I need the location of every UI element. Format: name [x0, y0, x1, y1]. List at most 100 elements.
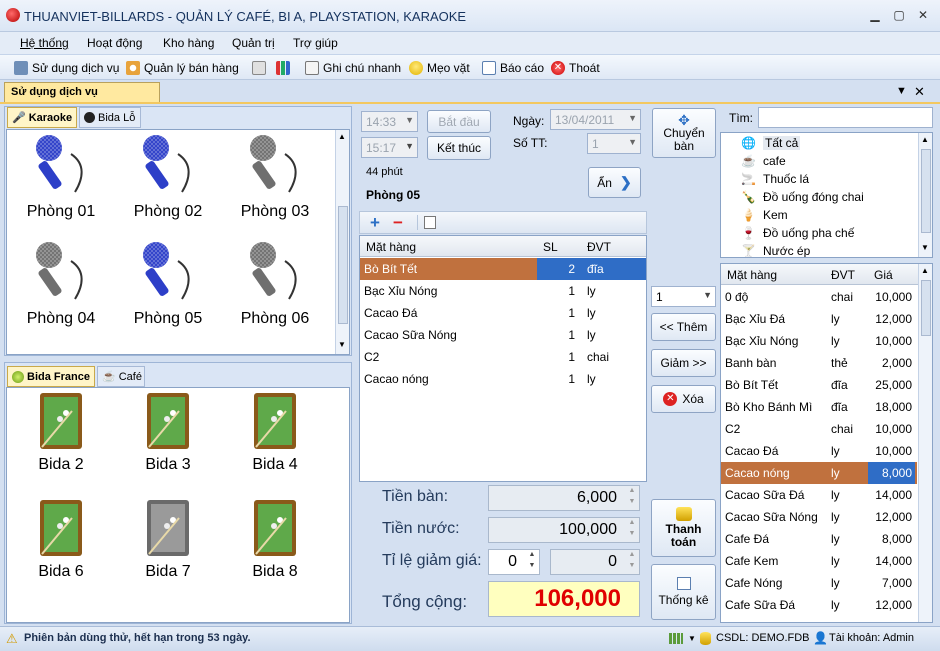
- ghi-chu-nhanh-button[interactable]: Ghi chú nhanh: [305, 59, 401, 77]
- menu-list-row[interactable]: Bò Kho Bánh Mì đĩa 18,000: [721, 396, 917, 418]
- search-input[interactable]: [758, 107, 933, 128]
- pool-table-tile[interactable]: Bida 2: [11, 391, 111, 474]
- scroll-thumb[interactable]: [921, 149, 931, 233]
- order-row[interactable]: Bò Bít Tết 2 đĩa: [360, 258, 646, 280]
- order-row[interactable]: Cacao Đá 1 ly: [360, 302, 646, 324]
- minimize-icon[interactable]: ▁: [866, 7, 884, 23]
- tab-karaoke[interactable]: 🎤 Karaoke: [7, 107, 77, 128]
- bao-cao-button[interactable]: Báo cáo: [482, 59, 544, 77]
- start-time-input[interactable]: 14:33 ▼: [361, 111, 418, 132]
- category-scrollbar[interactable]: ▲ ▼: [918, 133, 932, 257]
- thanh-toan-button[interactable]: Thanh toán: [651, 499, 716, 557]
- menu-list-row[interactable]: Cafe Nóng ly 7,000: [721, 572, 917, 594]
- room-tile[interactable]: Phòng 02: [118, 134, 218, 221]
- add-icon[interactable]: +: [370, 213, 380, 233]
- menu-list-row[interactable]: 0 độ chai 10,000: [721, 286, 917, 308]
- pool-table-tile[interactable]: Bida 7: [118, 498, 218, 581]
- spin-down-icon[interactable]: ▼: [626, 562, 638, 569]
- scroll-thumb[interactable]: [921, 280, 931, 336]
- qty-select[interactable]: 1 ▼: [651, 286, 716, 307]
- close-tab-icon[interactable]: ✕: [914, 84, 925, 100]
- doc-tab-su-dung[interactable]: Sử dụng dịch vụ: [4, 82, 160, 102]
- discount-percent-field[interactable]: 0 ▲ ▼: [488, 549, 540, 575]
- meo-vat-button[interactable]: Mẹo vặt: [409, 59, 470, 77]
- menu-list-row[interactable]: Banh bàn thẻ 2,000: [721, 352, 917, 374]
- su-dung-dich-vu-button[interactable]: Sử dụng dịch vụ: [14, 59, 119, 77]
- chuyen-ban-button[interactable]: ✥ Chuyển bàn: [652, 108, 716, 158]
- spin-down-icon[interactable]: ▼: [626, 498, 638, 505]
- dropdown-icon[interactable]: ▼: [688, 634, 696, 643]
- scroll-up-icon[interactable]: ▲: [921, 266, 929, 275]
- spin-up-icon[interactable]: ▲: [526, 551, 538, 558]
- room-tile[interactable]: Phòng 04: [11, 241, 111, 328]
- menu-he-thong[interactable]: Hệ thống: [20, 36, 69, 50]
- room-tile[interactable]: Phòng 05: [118, 241, 218, 328]
- menu-hoat-dong[interactable]: Hoạt động: [87, 36, 142, 50]
- pool-table-tile[interactable]: Bida 8: [225, 498, 325, 581]
- menu-list-row[interactable]: Cafe Kem ly 14,000: [721, 550, 917, 572]
- tien-ban-field[interactable]: 6,000 ▲ ▼: [488, 485, 640, 511]
- menu-list-row[interactable]: Cacao Sữa Nóng ly 12,000: [721, 506, 917, 528]
- scroll-down-icon[interactable]: ▼: [338, 340, 346, 349]
- room-tile[interactable]: Phòng 01: [11, 134, 111, 221]
- menu-list-row[interactable]: Bạc Xỉu Đá ly 12,000: [721, 308, 917, 330]
- scroll-up-icon[interactable]: ▲: [921, 135, 929, 144]
- pool-table-tile[interactable]: Bida 4: [225, 391, 325, 474]
- them-button[interactable]: << Thêm: [651, 313, 716, 341]
- spin-up-icon[interactable]: ▲: [626, 519, 638, 526]
- menu-list-row[interactable]: Cacao Sữa Đá ly 14,000: [721, 484, 917, 506]
- dropdown-icon[interactable]: ▼: [896, 85, 907, 97]
- room-tile[interactable]: Phòng 06: [225, 241, 325, 328]
- menu-list-row[interactable]: Cafe Sữa Đá ly 12,000: [721, 594, 917, 616]
- sott-input[interactable]: 1 ▼: [587, 133, 641, 154]
- bat-dau-button[interactable]: Bắt đầu: [427, 110, 491, 133]
- room-tile[interactable]: Phòng 03: [225, 134, 325, 221]
- spin-up-icon[interactable]: ▲: [626, 487, 638, 494]
- category-item[interactable]: 🍸 Nước ép: [741, 244, 810, 257]
- date-input[interactable]: 13/04/2011 ▼: [550, 109, 641, 130]
- category-item[interactable]: 🍦 Kem: [741, 208, 788, 222]
- category-item[interactable]: 🚬 Thuốc lá: [741, 172, 809, 186]
- tab-bida-lo[interactable]: Bida Lỗ: [79, 107, 141, 128]
- scroll-thumb[interactable]: [338, 206, 348, 324]
- menu-kho-hang[interactable]: Kho hàng: [163, 36, 214, 50]
- maximize-icon[interactable]: ▢: [890, 7, 908, 23]
- chart-button[interactable]: [276, 59, 290, 77]
- menu-quan-tri[interactable]: Quản trị: [232, 36, 275, 50]
- menu-list-row[interactable]: Bò Bít Tết đĩa 25,000: [721, 374, 917, 396]
- order-row[interactable]: C2 1 chai: [360, 346, 646, 368]
- spin-up-icon[interactable]: ▲: [626, 551, 638, 558]
- category-item[interactable]: 🌐 Tất cả: [741, 136, 801, 150]
- order-row[interactable]: Cacao Sữa Nóng 1 ly: [360, 324, 646, 346]
- end-time-input[interactable]: 15:17 ▼: [361, 137, 418, 158]
- menu-list-row[interactable]: Cafe Đá ly 8,000: [721, 528, 917, 550]
- calculator-button[interactable]: [252, 59, 266, 77]
- menu-tro-giup[interactable]: Trợ giúp: [293, 36, 338, 50]
- xoa-button[interactable]: ✕ Xóa: [651, 385, 716, 413]
- menu-list-row[interactable]: Cacao Đá ly 10,000: [721, 440, 917, 462]
- category-item[interactable]: 🍷 Đồ uống pha chế: [741, 226, 854, 240]
- tab-bida-france[interactable]: Bida France: [7, 366, 95, 387]
- remove-icon[interactable]: −: [393, 213, 403, 233]
- ket-thuc-button[interactable]: Kết thúc: [427, 136, 491, 160]
- menu-list-row[interactable]: Bạc Xỉu Nóng ly 10,000: [721, 330, 917, 352]
- thoat-button[interactable]: ✕ Thoát: [551, 59, 600, 77]
- menu-scrollbar[interactable]: ▲: [918, 264, 932, 622]
- tien-nuoc-field[interactable]: 100,000 ▲ ▼: [488, 517, 640, 543]
- order-row[interactable]: Bạc Xỉu Nóng 1 ly: [360, 280, 646, 302]
- pool-table-tile[interactable]: Bida 6: [11, 498, 111, 581]
- giam-button[interactable]: Giảm >>: [651, 349, 716, 377]
- spin-down-icon[interactable]: ▼: [626, 530, 638, 537]
- scroll-down-icon[interactable]: ▼: [921, 243, 929, 252]
- order-row[interactable]: Cacao nóng 1 ly: [360, 368, 646, 390]
- close-icon[interactable]: ✕: [914, 7, 932, 23]
- pool-table-tile[interactable]: Bida 3: [118, 391, 218, 474]
- edit-icon[interactable]: [424, 216, 436, 229]
- category-item[interactable]: ☕ cafe: [741, 154, 786, 168]
- an-button[interactable]: Ẩn ❯: [588, 167, 641, 198]
- discount-amount-field[interactable]: 0 ▲ ▼: [550, 549, 640, 575]
- scroll-up-icon[interactable]: ▲: [338, 132, 346, 141]
- tab-cafe[interactable]: ☕ Café: [97, 366, 145, 387]
- thong-ke-button[interactable]: Thống kê: [651, 564, 716, 620]
- menu-list-row[interactable]: Cacao nóng ly 8,000: [721, 462, 917, 484]
